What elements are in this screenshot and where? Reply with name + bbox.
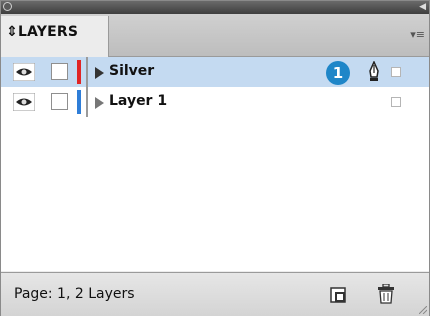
layer-name[interactable]: Silver <box>109 63 154 79</box>
panel-menu-icon[interactable]: ▾≡ <box>410 28 425 41</box>
layers-list: Silver 1 Layer 1 <box>1 57 429 271</box>
pen-icon <box>369 61 379 81</box>
callout-badge: 1 <box>326 61 350 85</box>
panel-tabbar: ⇕LAYERS ▾≡ <box>1 14 429 57</box>
status-text: Page: 1, 2 Layers <box>14 286 135 302</box>
tab-layers-text: LAYERS <box>17 24 79 40</box>
new-layer-icon[interactable] <box>329 286 347 304</box>
lock-toggle[interactable] <box>51 93 68 110</box>
resize-grip-icon[interactable] <box>419 306 427 314</box>
column-divider <box>86 57 88 87</box>
expand-triangle-icon[interactable] <box>95 67 104 79</box>
layers-panel: ◀ ⇕LAYERS ▾≡ Silver 1 Layer 1 Page: 1, 2… <box>0 0 430 316</box>
panel-footer: Page: 1, 2 Layers <box>1 272 429 316</box>
tab-layers[interactable]: ⇕LAYERS <box>1 16 109 57</box>
expand-triangle-icon[interactable] <box>95 97 104 109</box>
layer-color-swatch <box>77 90 81 114</box>
layer-row-silver[interactable]: Silver 1 <box>1 57 429 87</box>
selection-indicator[interactable] <box>391 97 401 107</box>
close-panel-button[interactable] <box>3 2 12 11</box>
tab-arrow-icon: ⇕ <box>6 24 18 40</box>
column-divider <box>86 87 88 117</box>
collapse-icon[interactable]: ◀ <box>419 2 426 12</box>
lock-toggle[interactable] <box>51 63 68 80</box>
panel-titlebar: ◀ <box>1 1 429 14</box>
eye-icon[interactable] <box>13 63 35 81</box>
trash-icon[interactable] <box>377 284 395 304</box>
layer-row-layer-1[interactable]: Layer 1 <box>1 87 429 117</box>
layer-color-swatch <box>77 60 81 84</box>
layer-name[interactable]: Layer 1 <box>109 93 167 109</box>
tab-layers-label: ⇕LAYERS <box>6 24 78 40</box>
selection-indicator[interactable] <box>391 67 401 77</box>
eye-icon[interactable] <box>13 93 35 111</box>
